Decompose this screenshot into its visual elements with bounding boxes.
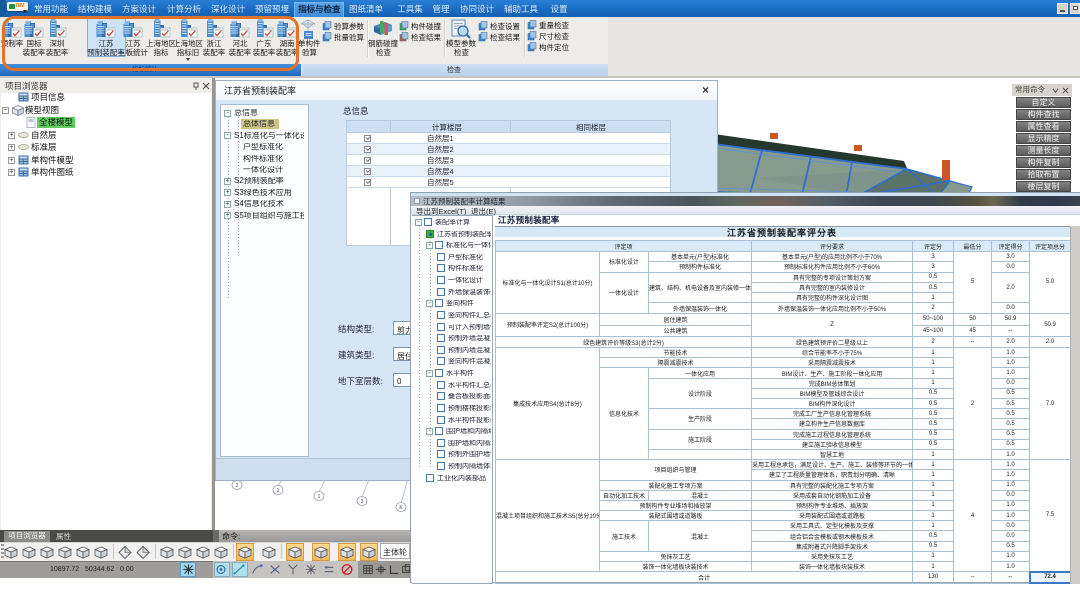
svg-text:1: 1 xyxy=(277,488,280,494)
svg-text:3: 3 xyxy=(361,499,364,505)
svg-text:2: 2 xyxy=(236,483,239,489)
svg-text:1: 1 xyxy=(318,494,321,500)
